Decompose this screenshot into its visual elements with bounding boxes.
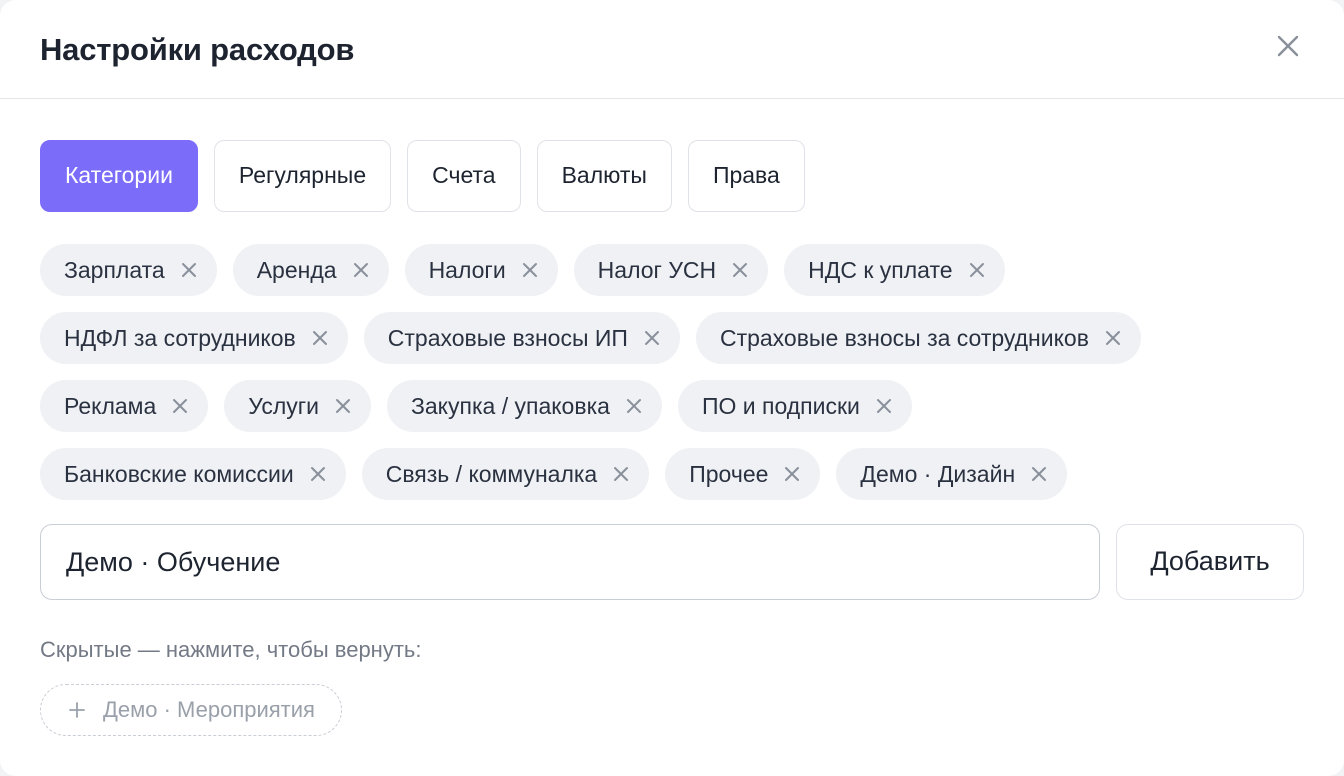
category-chip: ПО и подписки [677, 380, 912, 432]
tab-item[interactable]: Права [687, 140, 805, 212]
tab-bar: Категории Регулярные Счета Валюты Права [40, 140, 805, 212]
x-icon [312, 331, 327, 345]
new-category-field[interactable] [40, 524, 1100, 600]
x-icon [644, 331, 659, 345]
category-chip-label: Прочее [689, 461, 769, 487]
category-chip: Налог УСН [573, 244, 769, 296]
remove-category-button[interactable] [351, 260, 371, 280]
category-chip: НДС к уплате [784, 244, 1005, 296]
category-row: Банковские комиссии Связь / коммуналка Про… [40, 448, 1310, 500]
category-chip: Услуги [224, 380, 371, 432]
category-chip-label: НДФЛ за сотрудников [64, 325, 296, 351]
category-chip-label: Закупка / упаковка [411, 393, 610, 419]
remove-category-button[interactable] [642, 328, 662, 348]
category-chip-label: Демо · Дизайн [860, 461, 1016, 487]
category-chip: НДФЛ за сотрудников [40, 312, 348, 364]
x-icon [522, 263, 537, 277]
add-button[interactable]: Добавить [1116, 524, 1304, 600]
category-chip-label: Налоги [428, 257, 506, 283]
category-chip: Зарплата [40, 244, 217, 296]
category-chip-label: Налог УСН [597, 257, 717, 283]
remove-category-button[interactable] [730, 260, 750, 280]
x-icon [1032, 467, 1047, 481]
close-button[interactable] [1268, 26, 1308, 66]
restore-category-label: Демо · Мероприятия [103, 697, 315, 722]
remove-category-button[interactable] [310, 328, 330, 348]
dialog-title: Настройки расходов [40, 32, 355, 67]
category-chip-label: Связь / коммуналка [385, 461, 598, 487]
x-icon [626, 399, 641, 413]
category-chip: Налоги [404, 244, 558, 296]
tab-item[interactable]: Валюты [536, 140, 672, 212]
category-chip-label: Реклама [64, 393, 157, 419]
x-icon [733, 263, 748, 277]
remove-category-button[interactable] [170, 396, 190, 416]
restore-category-chip[interactable]: Демо · Мероприятия [40, 684, 342, 736]
category-chip-label: Банковские комиссии [64, 461, 294, 487]
remove-category-button[interactable] [624, 396, 644, 416]
x-icon [336, 399, 350, 413]
category-chip: Связь / коммуналка [361, 448, 650, 500]
close-icon [1277, 35, 1299, 57]
remove-category-button[interactable] [1029, 464, 1049, 484]
category-chip-label: Зарплата [64, 257, 165, 283]
category-chip-label: Услуги [248, 393, 319, 419]
category-chip-label: Аренда [256, 257, 337, 283]
x-icon [614, 467, 629, 481]
x-icon [785, 467, 800, 481]
x-icon [353, 263, 368, 277]
category-chip-label: ПО и подписки [701, 393, 860, 419]
category-list: Зарплата Аренда Налоги Налог УСН НДС к уплат… [40, 244, 1310, 516]
x-icon [181, 263, 196, 277]
x-icon [173, 399, 188, 413]
category-chip-label: НДС к уплате [808, 257, 953, 283]
category-chip: Демо · Дизайн [836, 448, 1068, 500]
remove-category-button[interactable] [611, 464, 631, 484]
category-chip: Страховые взносы за сотрудников [695, 312, 1141, 364]
category-row: Зарплата Аренда Налоги Налог УСН НДС к уплат… [40, 244, 1310, 296]
plus-icon-wrap [67, 700, 87, 720]
plus-icon [69, 702, 85, 718]
category-chip: Аренда [232, 244, 389, 296]
remove-category-button[interactable] [333, 396, 353, 416]
category-chip: Закупка / упаковка [387, 380, 662, 432]
x-icon [310, 467, 325, 481]
remove-category-button[interactable] [1103, 328, 1123, 348]
tab-item[interactable]: Регулярные [213, 140, 392, 212]
x-icon [876, 399, 891, 413]
remove-category-button[interactable] [179, 260, 199, 280]
settings-dialog: Настройки расходов Категории Регулярные Сч… [0, 0, 1344, 776]
remove-category-button[interactable] [308, 464, 328, 484]
x-icon [1105, 331, 1120, 345]
remove-category-button[interactable] [782, 464, 802, 484]
category-row: Реклама Услуги Закупка / упаковка ПО и подп… [40, 380, 1310, 432]
category-chip: Банковские комиссии [40, 448, 346, 500]
remove-category-button[interactable] [967, 260, 987, 280]
category-row: НДФЛ за сотрудников Страховые взносы ИП Ст… [40, 312, 1310, 364]
category-chip-label: Страховые взносы за сотрудников [719, 325, 1089, 351]
new-category-input[interactable] [41, 525, 1099, 599]
category-chip: Страховые взносы ИП [363, 312, 680, 364]
category-chip-label: Страховые взносы ИП [387, 325, 628, 351]
dialog-header: Настройки расходов [0, 0, 1344, 99]
remove-category-button[interactable] [520, 260, 540, 280]
remove-category-button[interactable] [874, 396, 894, 416]
hidden-categories-label: Скрытые — нажмите, чтобы вернуть: [40, 637, 422, 662]
category-chip: Прочее [665, 448, 821, 500]
tab-item[interactable]: Счета [407, 140, 521, 212]
x-icon [969, 263, 984, 277]
category-chip: Реклама [40, 380, 209, 432]
tab-item[interactable]: Категории [40, 140, 198, 212]
